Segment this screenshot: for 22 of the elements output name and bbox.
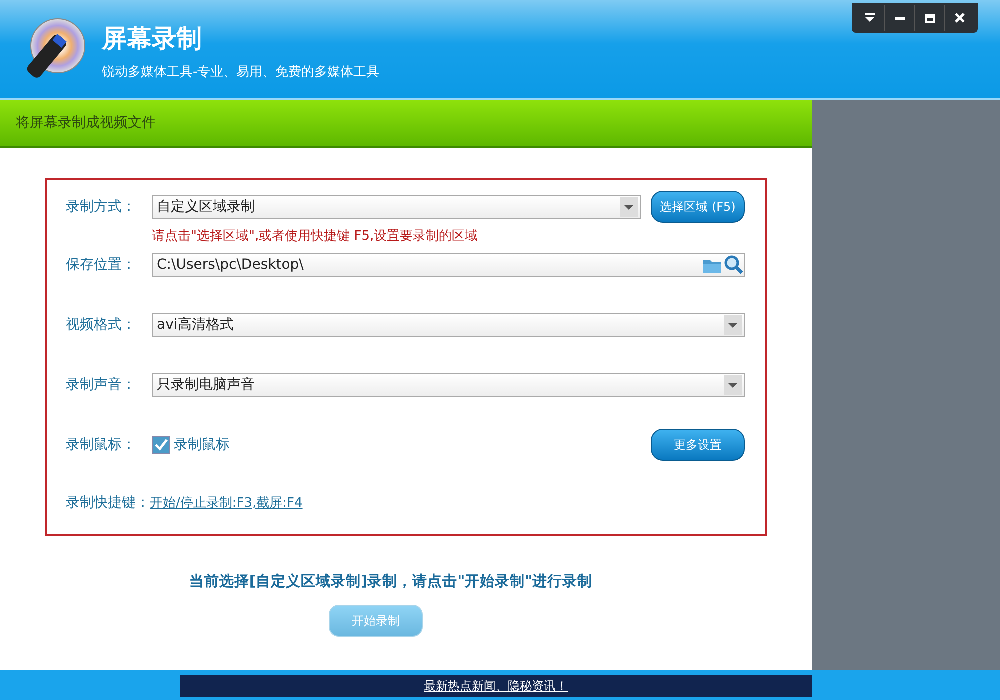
field-label: 录制声音： — [66, 376, 137, 394]
field-label: 保存位置： — [66, 256, 137, 274]
search-icon — [724, 255, 744, 275]
hint-text: 请点击"选择区域",或者使用快捷键 F5,设置要录制的区域 — [152, 228, 478, 245]
minimize-icon — [894, 16, 904, 20]
dropdown-field[interactable]: 只录制电脑声音 — [152, 373, 745, 397]
app-title: 屏幕录制 — [102, 23, 203, 55]
path-field[interactable]: C:\Users\pc\Desktop\ — [152, 253, 745, 277]
dropdown-field[interactable]: 自定义区域录制 — [152, 195, 641, 219]
dropdown-field[interactable]: avi高清格式 — [152, 313, 745, 337]
shortcut-link[interactable]: 开始/停止录制:F3,截屏:F4 — [150, 494, 303, 512]
app-subtitle: 锐动多媒体工具-专业、易用、免费的多媒体工具 — [102, 64, 380, 81]
news-link[interactable]: 最新热点新闻、隐秘资讯！ — [424, 678, 568, 694]
field-label: 录制鼠标： — [66, 436, 137, 454]
checkbox[interactable] — [152, 436, 170, 454]
checkmark-icon — [153, 437, 169, 453]
field-label: 录制快捷键： — [66, 494, 150, 512]
section-header: 将屏幕录制成视频文件 — [0, 100, 812, 148]
checkbox-label: 录制鼠标 — [174, 436, 230, 454]
status-message: 当前选择[自定义区域录制]录制，请点击"开始录制"进行录制 — [189, 572, 593, 591]
field-label: 视频格式： — [66, 316, 137, 334]
field-label: 录制方式： — [66, 198, 137, 216]
